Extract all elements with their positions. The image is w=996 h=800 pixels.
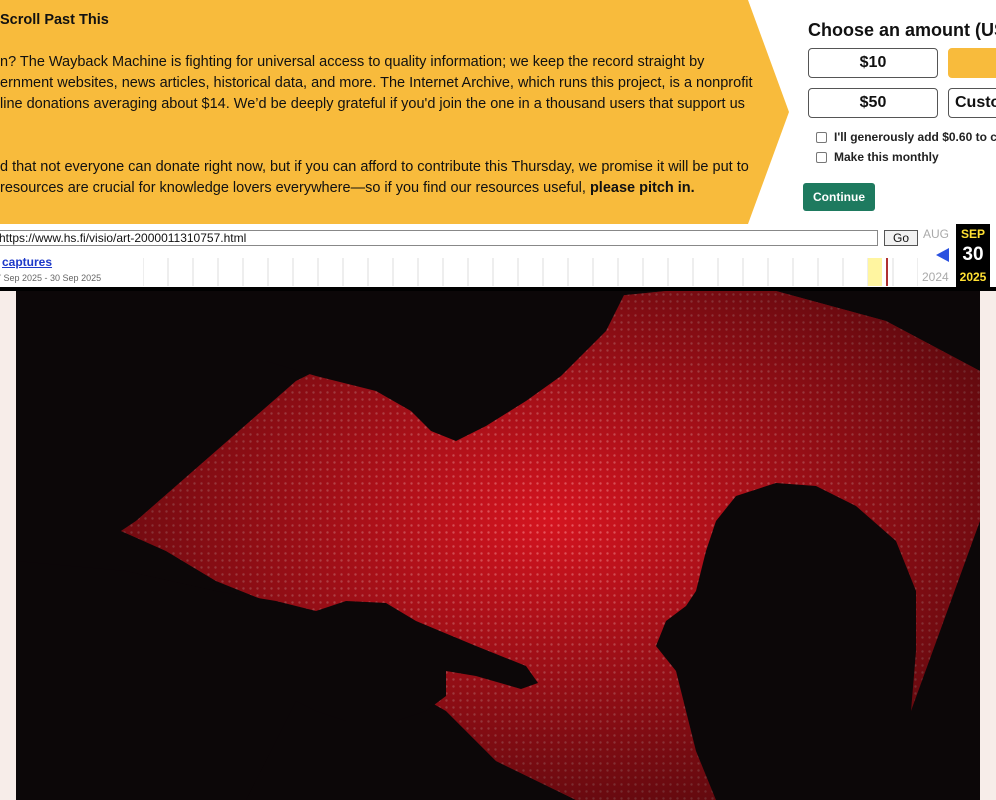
banner-text-line: n? The Wayback Machine is fighting for u… xyxy=(0,54,705,70)
captures-link[interactable]: captures xyxy=(2,255,52,269)
current-day: 30 xyxy=(962,244,984,265)
prev-year-label[interactable]: 2024 xyxy=(922,270,949,284)
banner-text-line: line donations averaging about $14. We’d… xyxy=(0,96,745,112)
amount-10-button[interactable]: $10 xyxy=(808,48,938,78)
banner-text-line: d that not everyone can donate right now… xyxy=(0,159,749,175)
current-month: SEP xyxy=(960,227,985,241)
donation-banner: Scroll Past This n? The Wayback Machine … xyxy=(0,0,996,224)
monthly-label: Make this monthly xyxy=(834,150,939,164)
continue-button[interactable]: Continue xyxy=(803,183,875,211)
banner-text-line-part: resources are crucial for knowledge love… xyxy=(0,180,590,196)
capture-sparkline[interactable] xyxy=(143,258,918,286)
add-fee-label: I'll generously add $0.60 to c xyxy=(834,130,996,144)
article-illustration xyxy=(16,291,980,800)
banner-title: Scroll Past This xyxy=(0,12,109,28)
pitch-in-emphasis: please pitch in. xyxy=(589,180,695,196)
add-fee-option[interactable]: I'll generously add $0.60 to c xyxy=(816,130,996,144)
url-input[interactable]: https://www.hs.fi/visio/art-200001131075… xyxy=(0,230,878,246)
add-fee-checkbox[interactable] xyxy=(816,131,827,143)
monthly-checkbox[interactable] xyxy=(816,151,827,163)
amount-selected-button[interactable] xyxy=(948,48,996,78)
prev-month-label[interactable]: AUG xyxy=(923,227,949,241)
amount-custom-input[interactable]: Custo xyxy=(948,88,996,118)
monthly-option[interactable]: Make this monthly xyxy=(816,150,939,164)
captures-date-range: 7 Sep 2025 - 30 Sep 2025 xyxy=(0,273,102,283)
banner-text-line: resources are crucial for knowledge love… xyxy=(0,178,695,198)
banner-message-panel: Scroll Past This n? The Wayback Machine … xyxy=(0,0,790,224)
amount-50-button[interactable]: $50 xyxy=(808,88,938,118)
go-button[interactable]: Go xyxy=(884,230,918,246)
silhouette-pointing-icon xyxy=(16,291,980,800)
current-year: 2025 xyxy=(959,270,987,284)
amount-title: Choose an amount (US xyxy=(808,20,996,40)
banner-text-line: ernment websites, news articles, histori… xyxy=(0,75,753,91)
wayback-toolbar: https://www.hs.fi/visio/art-200001131075… xyxy=(0,224,996,291)
current-capture-date: SEP 30 2025 xyxy=(956,224,990,287)
prev-capture-arrow-icon[interactable] xyxy=(936,248,949,262)
